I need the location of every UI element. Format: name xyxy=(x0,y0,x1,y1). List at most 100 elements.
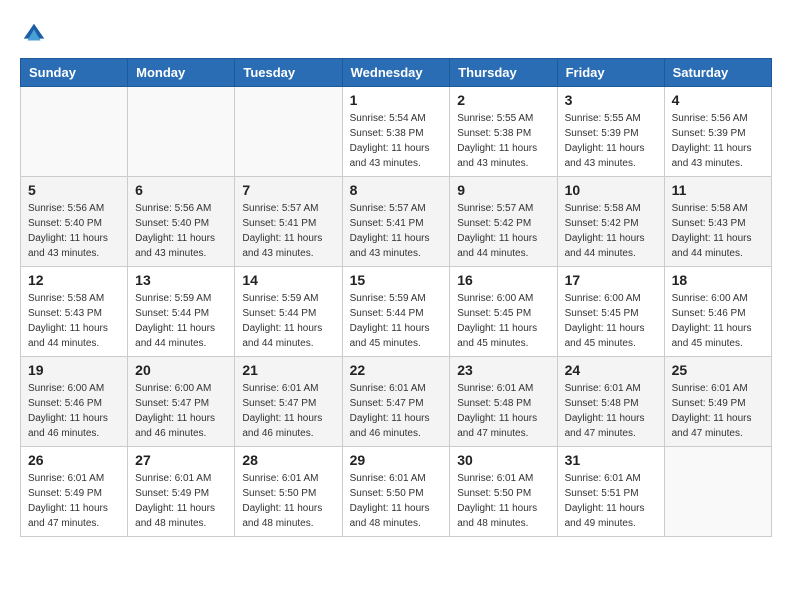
day-info: Sunrise: 5:59 AM Sunset: 5:44 PM Dayligh… xyxy=(135,291,227,351)
day-number: 22 xyxy=(350,362,443,378)
day-number: 13 xyxy=(135,272,227,288)
calendar-cell: 4 Sunrise: 5:56 AM Sunset: 5:39 PM Daylig… xyxy=(664,87,771,177)
day-number: 7 xyxy=(242,182,334,198)
day-info: Sunrise: 5:54 AM Sunset: 5:38 PM Dayligh… xyxy=(350,111,443,171)
calendar-cell: 25 Sunrise: 6:01 AM Sunset: 5:49 PM Dayli… xyxy=(664,357,771,447)
day-number: 3 xyxy=(565,92,657,108)
day-info: Sunrise: 5:57 AM Sunset: 5:41 PM Dayligh… xyxy=(350,201,443,261)
day-info: Sunrise: 6:01 AM Sunset: 5:49 PM Dayligh… xyxy=(135,471,227,531)
day-info: Sunrise: 5:58 AM Sunset: 5:43 PM Dayligh… xyxy=(28,291,120,351)
day-info: Sunrise: 5:56 AM Sunset: 5:39 PM Dayligh… xyxy=(672,111,764,171)
day-info: Sunrise: 6:01 AM Sunset: 5:50 PM Dayligh… xyxy=(242,471,334,531)
day-number: 1 xyxy=(350,92,443,108)
day-info: Sunrise: 5:56 AM Sunset: 5:40 PM Dayligh… xyxy=(135,201,227,261)
day-info: Sunrise: 5:55 AM Sunset: 5:38 PM Dayligh… xyxy=(457,111,549,171)
page-header xyxy=(20,20,772,48)
day-info: Sunrise: 5:57 AM Sunset: 5:41 PM Dayligh… xyxy=(242,201,334,261)
day-info: Sunrise: 5:58 AM Sunset: 5:43 PM Dayligh… xyxy=(672,201,764,261)
weekday-header-tuesday: Tuesday xyxy=(235,59,342,87)
calendar-cell: 24Sunrise: 6:01 AM Sunset: 5:48 PM Dayli… xyxy=(557,357,664,447)
calendar-cell: 3 Sunrise: 5:55 AM Sunset: 5:39 PM Daylig… xyxy=(557,87,664,177)
calendar-week-row: 5 Sunrise: 5:56 AM Sunset: 5:40 PM Daylig… xyxy=(21,177,772,267)
calendar-cell: 29Sunrise: 6:01 AM Sunset: 5:50 PM Dayli… xyxy=(342,447,450,537)
weekday-header-wednesday: Wednesday xyxy=(342,59,450,87)
calendar-cell: 10 Sunrise: 5:58 AM Sunset: 5:42 PM Dayli… xyxy=(557,177,664,267)
day-info: Sunrise: 6:01 AM Sunset: 5:50 PM Dayligh… xyxy=(350,471,443,531)
calendar-cell: 31Sunrise: 6:01 AM Sunset: 5:51 PM Dayli… xyxy=(557,447,664,537)
weekday-header-saturday: Saturday xyxy=(664,59,771,87)
day-number: 18 xyxy=(672,272,764,288)
day-info: Sunrise: 6:00 AM Sunset: 5:47 PM Dayligh… xyxy=(135,381,227,441)
day-number: 28 xyxy=(242,452,334,468)
calendar-cell: 13 Sunrise: 5:59 AM Sunset: 5:44 PM Dayli… xyxy=(128,267,235,357)
calendar-week-row: 12 Sunrise: 5:58 AM Sunset: 5:43 PM Dayli… xyxy=(21,267,772,357)
day-info: Sunrise: 5:56 AM Sunset: 5:40 PM Dayligh… xyxy=(28,201,120,261)
calendar-cell: 17 Sunrise: 6:00 AM Sunset: 5:45 PM Dayli… xyxy=(557,267,664,357)
day-info: Sunrise: 6:01 AM Sunset: 5:49 PM Dayligh… xyxy=(28,471,120,531)
calendar-cell: 23 Sunrise: 6:01 AM Sunset: 5:48 PM Dayli… xyxy=(450,357,557,447)
calendar-cell: 20 Sunrise: 6:00 AM Sunset: 5:47 PM Dayli… xyxy=(128,357,235,447)
calendar-week-row: 26 Sunrise: 6:01 AM Sunset: 5:49 PM Dayli… xyxy=(21,447,772,537)
day-number: 21 xyxy=(242,362,334,378)
day-number: 10 xyxy=(565,182,657,198)
day-info: Sunrise: 6:01 AM Sunset: 5:49 PM Dayligh… xyxy=(672,381,764,441)
calendar-cell: 6 Sunrise: 5:56 AM Sunset: 5:40 PM Daylig… xyxy=(128,177,235,267)
calendar-cell xyxy=(21,87,128,177)
day-number: 25 xyxy=(672,362,764,378)
day-info: Sunrise: 5:59 AM Sunset: 5:44 PM Dayligh… xyxy=(350,291,443,351)
day-info: Sunrise: 6:00 AM Sunset: 5:46 PM Dayligh… xyxy=(28,381,120,441)
day-number: 23 xyxy=(457,362,549,378)
day-number: 5 xyxy=(28,182,120,198)
calendar-cell: 11 Sunrise: 5:58 AM Sunset: 5:43 PM Dayli… xyxy=(664,177,771,267)
day-number: 24 xyxy=(565,362,657,378)
day-number: 6 xyxy=(135,182,227,198)
day-number: 11 xyxy=(672,182,764,198)
day-info: Sunrise: 5:58 AM Sunset: 5:42 PM Dayligh… xyxy=(565,201,657,261)
day-info: Sunrise: 6:01 AM Sunset: 5:50 PM Dayligh… xyxy=(457,471,549,531)
day-number: 16 xyxy=(457,272,549,288)
day-info: Sunrise: 6:01 AM Sunset: 5:48 PM Dayligh… xyxy=(457,381,549,441)
day-info: Sunrise: 5:57 AM Sunset: 5:42 PM Dayligh… xyxy=(457,201,549,261)
day-number: 4 xyxy=(672,92,764,108)
day-info: Sunrise: 6:00 AM Sunset: 5:45 PM Dayligh… xyxy=(457,291,549,351)
day-number: 2 xyxy=(457,92,549,108)
weekday-header-sunday: Sunday xyxy=(21,59,128,87)
calendar-cell: 14 Sunrise: 5:59 AM Sunset: 5:44 PM Dayli… xyxy=(235,267,342,357)
logo-icon xyxy=(20,20,48,48)
calendar-cell xyxy=(235,87,342,177)
day-number: 17 xyxy=(565,272,657,288)
calendar-cell: 26 Sunrise: 6:01 AM Sunset: 5:49 PM Dayli… xyxy=(21,447,128,537)
day-number: 20 xyxy=(135,362,227,378)
day-number: 30 xyxy=(457,452,549,468)
calendar-cell: 16 Sunrise: 6:00 AM Sunset: 5:45 PM Dayli… xyxy=(450,267,557,357)
weekday-header-friday: Friday xyxy=(557,59,664,87)
day-info: Sunrise: 6:00 AM Sunset: 5:45 PM Dayligh… xyxy=(565,291,657,351)
day-number: 19 xyxy=(28,362,120,378)
calendar-cell: 8 Sunrise: 5:57 AM Sunset: 5:41 PM Daylig… xyxy=(342,177,450,267)
day-number: 15 xyxy=(350,272,443,288)
day-number: 8 xyxy=(350,182,443,198)
day-number: 26 xyxy=(28,452,120,468)
day-info: Sunrise: 5:55 AM Sunset: 5:39 PM Dayligh… xyxy=(565,111,657,171)
logo xyxy=(20,20,52,48)
calendar-cell: 22 Sunrise: 6:01 AM Sunset: 5:47 PM Dayli… xyxy=(342,357,450,447)
weekday-header-thursday: Thursday xyxy=(450,59,557,87)
calendar-cell: 2 Sunrise: 5:55 AM Sunset: 5:38 PM Daylig… xyxy=(450,87,557,177)
day-info: Sunrise: 5:59 AM Sunset: 5:44 PM Dayligh… xyxy=(242,291,334,351)
day-info: Sunrise: 6:00 AM Sunset: 5:46 PM Dayligh… xyxy=(672,291,764,351)
calendar-cell: 28 Sunrise: 6:01 AM Sunset: 5:50 PM Dayli… xyxy=(235,447,342,537)
day-number: 12 xyxy=(28,272,120,288)
calendar-cell: 12 Sunrise: 5:58 AM Sunset: 5:43 PM Dayli… xyxy=(21,267,128,357)
calendar-cell: 5 Sunrise: 5:56 AM Sunset: 5:40 PM Daylig… xyxy=(21,177,128,267)
calendar-cell xyxy=(664,447,771,537)
calendar-week-row: 19 Sunrise: 6:00 AM Sunset: 5:46 PM Dayli… xyxy=(21,357,772,447)
calendar-cell: 18 Sunrise: 6:00 AM Sunset: 5:46 PM Dayli… xyxy=(664,267,771,357)
calendar-cell: 19 Sunrise: 6:00 AM Sunset: 5:46 PM Dayli… xyxy=(21,357,128,447)
calendar-cell: 27Sunrise: 6:01 AM Sunset: 5:49 PM Dayli… xyxy=(128,447,235,537)
calendar-cell: 7 Sunrise: 5:57 AM Sunset: 5:41 PM Daylig… xyxy=(235,177,342,267)
day-number: 14 xyxy=(242,272,334,288)
calendar-cell xyxy=(128,87,235,177)
calendar-cell: 15 Sunrise: 5:59 AM Sunset: 5:44 PM Dayli… xyxy=(342,267,450,357)
day-info: Sunrise: 6:01 AM Sunset: 5:47 PM Dayligh… xyxy=(350,381,443,441)
weekday-header-row: SundayMondayTuesdayWednesdayThursdayFrid… xyxy=(21,59,772,87)
